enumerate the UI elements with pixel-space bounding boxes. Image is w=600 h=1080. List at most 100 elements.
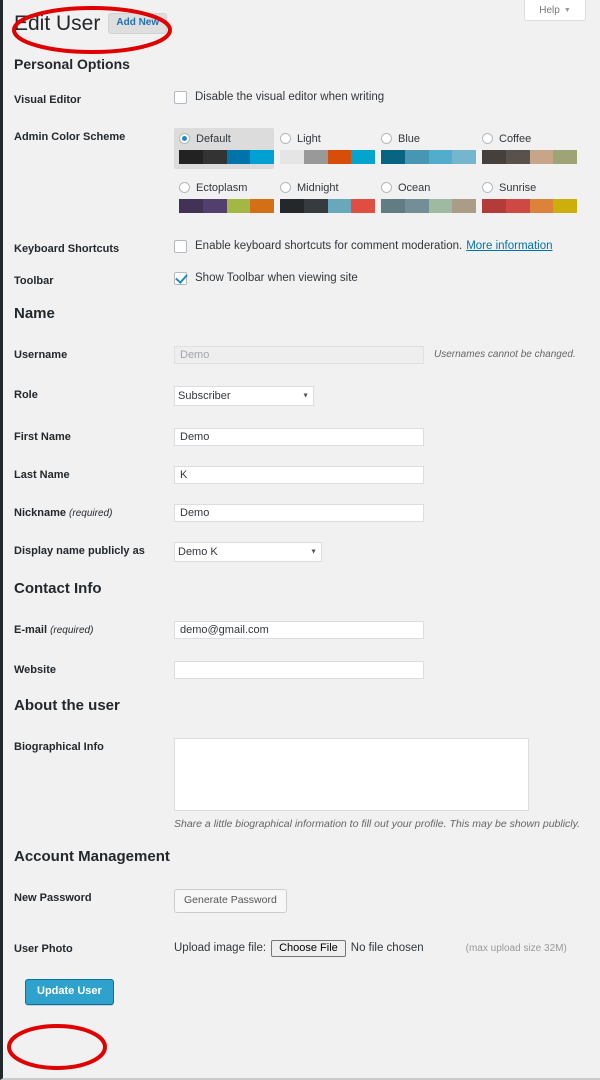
visual-editor-checkbox-label: Disable the visual editor when writing (195, 91, 385, 104)
biographical-info-label: Biographical Info (14, 740, 104, 753)
page-title: Edit User (14, 12, 101, 35)
visual-editor-checkbox[interactable] (174, 90, 187, 104)
first-name-row: First Name (14, 427, 588, 446)
website-row: Website (14, 660, 588, 679)
website-label: Website (14, 663, 56, 676)
user-photo-upload: Upload image file: Choose File No file c… (174, 939, 567, 957)
color-scheme-light[interactable]: Light (275, 128, 375, 169)
website-input[interactable] (174, 660, 424, 679)
color-scheme-midnight-swatch (280, 198, 375, 213)
biographical-info-row: Biographical Info (14, 737, 588, 811)
contact-info-heading: Contact Info (14, 579, 102, 597)
admin-color-scheme-options: Default Light Blue Coffee Ectoplasm Midn… (174, 127, 577, 218)
username-input (174, 345, 424, 364)
color-scheme-midnight-radio[interactable] (280, 182, 291, 194)
color-scheme-coffee-label: Coffee (499, 132, 532, 145)
visual-editor-label: Visual Editor (14, 93, 82, 106)
toolbar-checkbox[interactable] (174, 271, 187, 285)
color-scheme-ocean-label: Ocean (398, 181, 431, 194)
color-scheme-coffee-radio[interactable] (482, 133, 493, 145)
color-scheme-coffee[interactable]: Coffee (477, 128, 577, 169)
username-row: Username Usernames cannot be changed. (14, 345, 588, 364)
visual-editor-row: Visual Editor Disable the visual editor … (14, 90, 588, 106)
color-scheme-default-swatch (179, 149, 274, 164)
color-scheme-sunrise[interactable]: Sunrise (477, 177, 577, 218)
toolbar-label: Toolbar (14, 274, 54, 287)
nickname-row: Nickname (required) (14, 503, 588, 522)
color-scheme-coffee-swatch (482, 149, 577, 164)
more-information-link[interactable]: More information (466, 240, 552, 252)
email-label: E-mail (required) (14, 621, 174, 636)
color-scheme-ocean-swatch (381, 198, 476, 213)
role-label: Role (14, 388, 38, 401)
color-scheme-blue-label: Blue (398, 132, 421, 145)
upload-image-file-label: Upload image file: (174, 942, 267, 955)
display-name-select[interactable]: Demo K (174, 541, 322, 562)
add-new-button[interactable]: Add New (108, 13, 168, 35)
role-row: Role Subscriber ▼ (14, 385, 588, 406)
color-scheme-default-radio[interactable] (179, 133, 190, 145)
user-photo-label: User Photo (14, 942, 73, 955)
edit-user-page: Edit User Add New Personal Options Visua… (3, 0, 600, 1078)
display-name-label: Display name publicly as (14, 544, 145, 557)
color-scheme-ectoplasm-swatch (179, 198, 274, 213)
toolbar-checkbox-label: Show Toolbar when viewing site (195, 272, 358, 285)
first-name-input[interactable] (174, 427, 424, 446)
color-scheme-ectoplasm[interactable]: Ectoplasm (174, 177, 274, 218)
username-hint: Usernames cannot be changed. (434, 349, 576, 361)
email-row: E-mail (required) (14, 620, 588, 639)
role-select[interactable]: Subscriber (174, 385, 314, 406)
color-scheme-blue-swatch (381, 149, 476, 164)
choose-file-button[interactable]: Choose File (271, 939, 346, 957)
admin-color-scheme-row: Admin Color Scheme Default Light Blue Co… (14, 127, 588, 218)
account-management-heading: Account Management (14, 847, 170, 865)
last-name-label: Last Name (14, 468, 70, 481)
keyboard-shortcuts-checkbox-label: Enable keyboard shortcuts for comment mo… (195, 240, 463, 253)
keyboard-shortcuts-label: Keyboard Shortcuts (14, 242, 120, 255)
username-label: Username (14, 348, 68, 361)
keyboard-shortcuts-checkbox[interactable] (174, 239, 187, 253)
color-scheme-blue-radio[interactable] (381, 133, 392, 145)
new-password-row: New Password Generate Password (14, 888, 588, 913)
no-file-chosen-label: No file chosen (350, 942, 424, 955)
color-scheme-ocean[interactable]: Ocean (376, 177, 476, 218)
toolbar-row: Toolbar Show Toolbar when viewing site (14, 271, 588, 287)
new-password-label: New Password (14, 891, 92, 904)
color-scheme-ectoplasm-label: Ectoplasm (196, 181, 248, 194)
page-header: Edit User Add New (14, 0, 588, 39)
nickname-input[interactable] (174, 503, 424, 522)
about-user-heading: About the user (14, 696, 120, 714)
color-scheme-midnight-label: Midnight (297, 181, 339, 194)
biographical-info-hint: Share a little biographical information … (174, 817, 581, 830)
nickname-label: Nickname (required) (14, 504, 174, 519)
email-required-note: (required) (50, 624, 94, 636)
color-scheme-default[interactable]: Default (174, 127, 274, 169)
color-scheme-light-swatch (280, 149, 375, 164)
color-scheme-ectoplasm-radio[interactable] (179, 182, 190, 194)
color-scheme-blue[interactable]: Blue (376, 128, 476, 169)
email-label-text: E-mail (14, 623, 48, 636)
last-name-row: Last Name (14, 465, 588, 484)
color-scheme-ocean-radio[interactable] (381, 182, 392, 194)
biographical-info-textarea[interactable] (174, 737, 529, 811)
nickname-required-note: (required) (69, 507, 113, 519)
nickname-label-text: Nickname (14, 506, 66, 519)
keyboard-shortcuts-row: Keyboard Shortcuts Enable keyboard short… (14, 239, 588, 255)
color-scheme-sunrise-label: Sunrise (499, 181, 537, 194)
user-photo-row: User Photo Upload image file: Choose Fil… (14, 939, 588, 957)
email-input[interactable] (174, 620, 424, 639)
color-scheme-light-label: Light (297, 132, 321, 145)
submit-row: Update User (25, 978, 588, 1005)
color-scheme-midnight[interactable]: Midnight (275, 177, 375, 218)
personal-options-heading: Personal Options (14, 56, 130, 73)
color-scheme-sunrise-swatch (482, 198, 577, 213)
last-name-input[interactable] (174, 465, 424, 484)
first-name-label: First Name (14, 430, 71, 443)
color-scheme-sunrise-radio[interactable] (482, 182, 493, 194)
generate-password-button[interactable]: Generate Password (174, 888, 287, 913)
color-scheme-light-radio[interactable] (280, 133, 291, 145)
name-heading: Name (14, 304, 55, 322)
update-user-button[interactable]: Update User (25, 978, 114, 1005)
admin-color-scheme-label: Admin Color Scheme (14, 130, 126, 143)
color-scheme-default-label: Default (196, 132, 231, 145)
